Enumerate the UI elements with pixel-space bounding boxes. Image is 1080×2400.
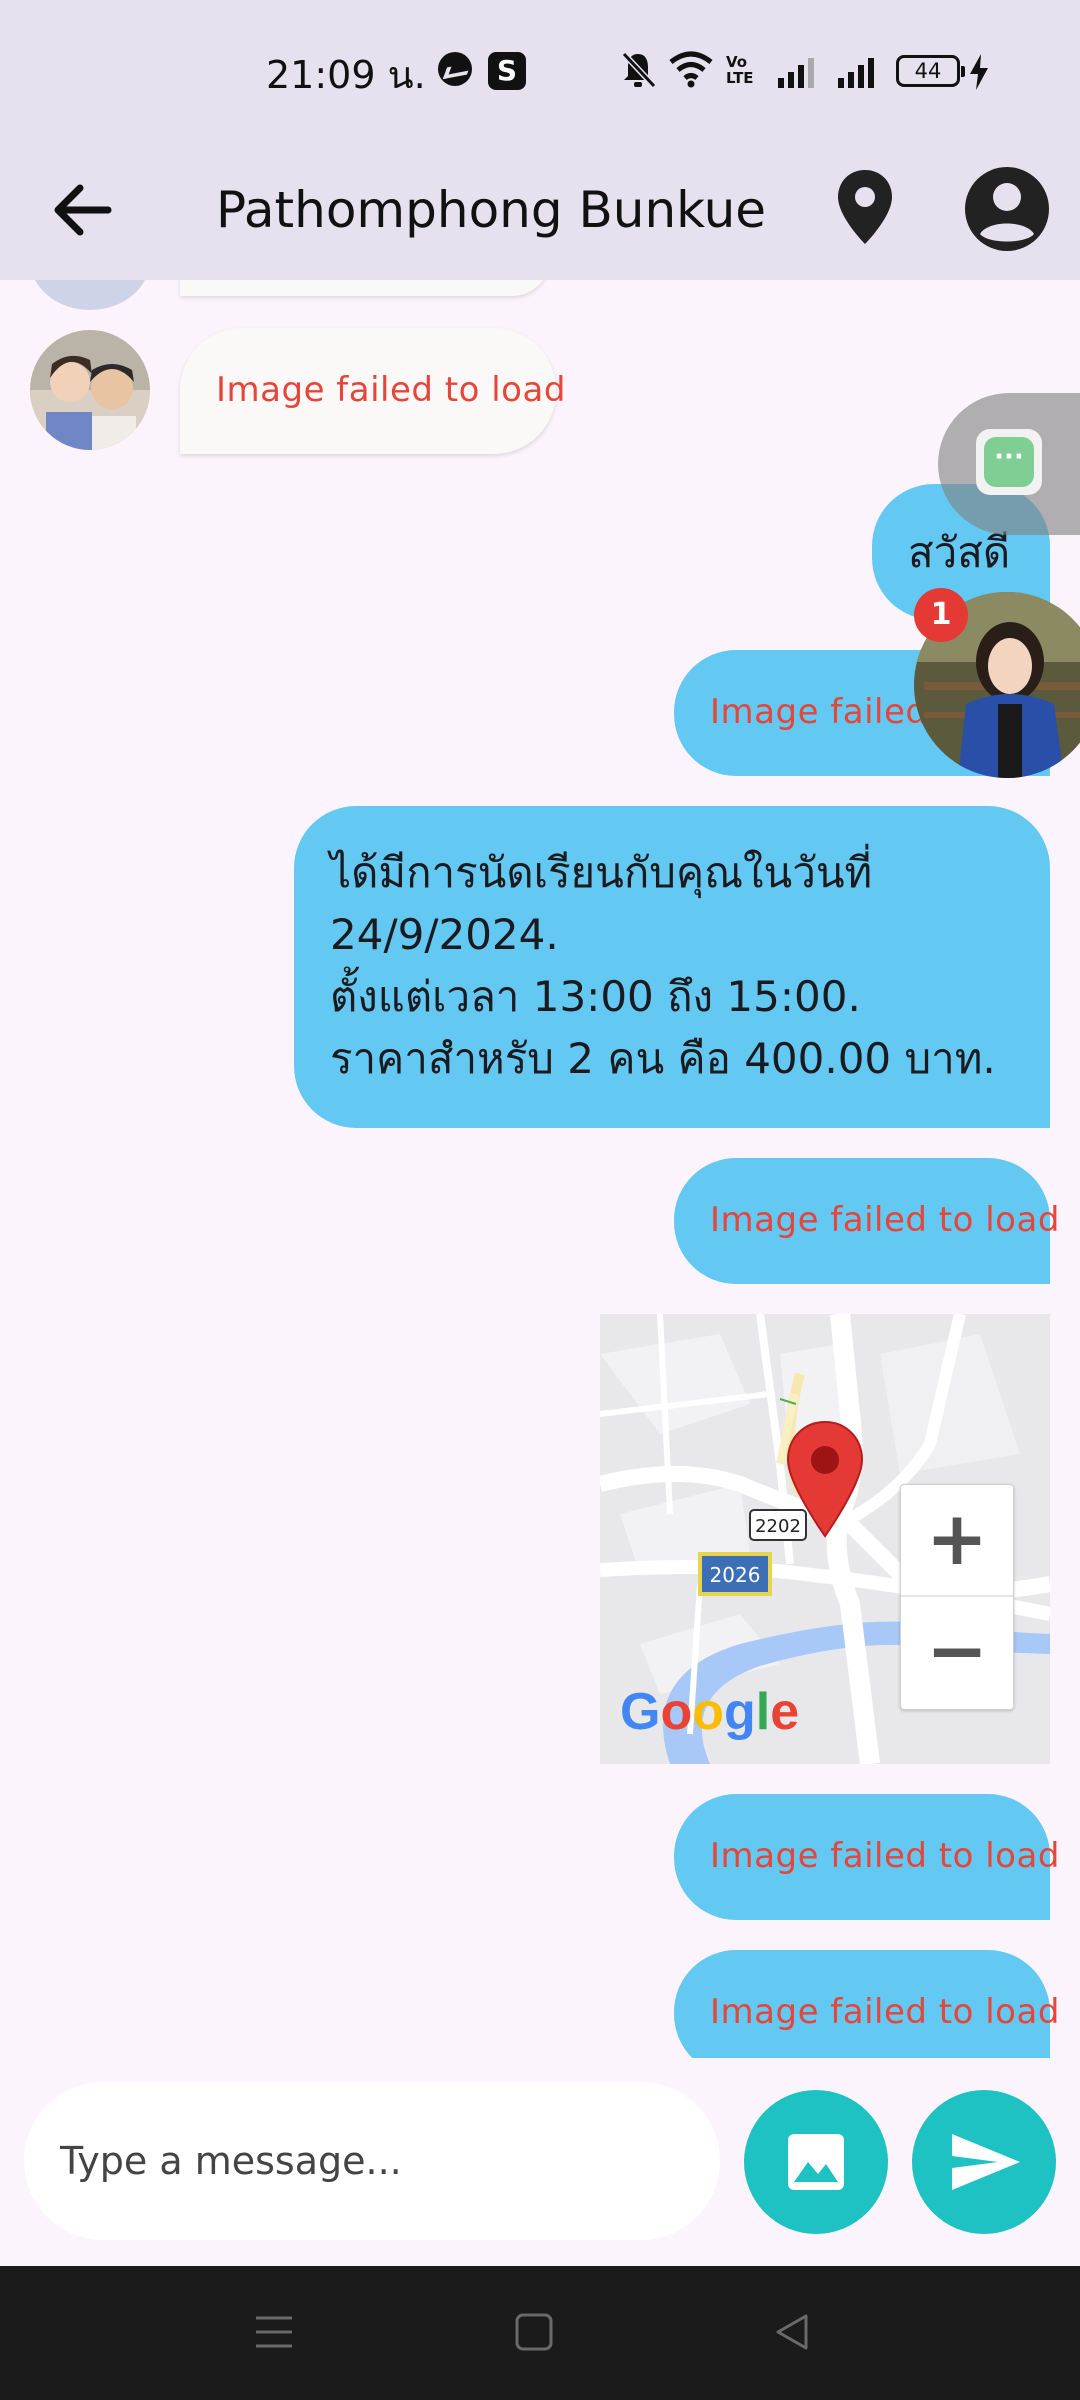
s-app-icon: S (488, 52, 526, 90)
menu-icon[interactable] (254, 2312, 294, 2352)
attach-image-button[interactable] (744, 2090, 888, 2234)
chat-partner-name: Pathomphong Bunkue (216, 181, 767, 239)
chat-area[interactable]: Image failed to load สวัสดี Image failed… (0, 280, 1080, 2058)
message-input[interactable] (60, 2082, 680, 2240)
road-label-2026: 2026 (710, 1563, 761, 1587)
messenger-icon (438, 52, 472, 86)
charging-icon (970, 54, 988, 90)
road-label-2202: 2202 (755, 1516, 801, 1537)
wifi-icon (669, 51, 713, 88)
incoming-image-bubble[interactable]: Image failed to load (180, 328, 565, 454)
status-time: 21:09 น. (266, 53, 426, 97)
zoom-out-button[interactable]: − (901, 1597, 1013, 1709)
back-nav-icon[interactable] (772, 2312, 812, 2352)
system-nav-bar (0, 2266, 1080, 2400)
image-error-text: Image failed to load (710, 1836, 1060, 1876)
back-arrow-icon[interactable] (42, 168, 126, 252)
google-logo: Google (620, 1683, 800, 1741)
sender-avatar (30, 330, 150, 450)
image-error-text: Image failed to load (710, 1200, 1060, 1240)
floating-chat-tab[interactable] (938, 393, 1080, 535)
battery-icon: 44 (896, 55, 965, 87)
send-button[interactable] (912, 2090, 1056, 2234)
outgoing-image-bubble[interactable]: Image failed to load (674, 1158, 1059, 1284)
sender-avatar (30, 280, 150, 310)
appointment-message-bubble[interactable]: ได้มีการนัดเรียนกับคุณในวันที่ 24/9/2024… (294, 806, 1050, 1128)
app-bar: Pathomphong Bunkue (0, 140, 1080, 280)
zoom-in-button[interactable]: + (901, 1485, 1013, 1597)
signal-1-icon (778, 58, 814, 88)
send-icon (952, 2134, 1020, 2190)
image-error-text: Image failed to load (216, 370, 566, 410)
chat-bubble-icon (976, 429, 1042, 495)
notification-badge: 1 (914, 588, 968, 642)
outgoing-image-bubble[interactable]: Image failed to load (674, 1794, 1059, 1920)
appointment-message-text: ได้มีการนัดเรียนกับคุณในวันที่ 24/9/2024… (330, 848, 996, 1083)
signal-2-icon (838, 58, 874, 88)
home-icon[interactable] (514, 2312, 554, 2352)
map-zoom-controls: + − (900, 1484, 1014, 1710)
mute-notification-icon (621, 51, 656, 89)
location-map[interactable]: 2202 2026 + − Google (600, 1314, 1050, 1764)
status-bar: 21:09 น. S Vo LTE 44 (0, 0, 1080, 140)
image-error-text: Image failed to load (710, 1992, 1060, 2032)
account-circle-icon[interactable] (960, 162, 1054, 256)
incoming-image-bubble[interactable] (180, 280, 550, 296)
message-input-container (24, 2082, 720, 2240)
location-pin-icon[interactable] (820, 162, 910, 252)
volte-label: Vo LTE (726, 53, 754, 87)
outgoing-image-bubble[interactable]: Image failed to load (674, 1950, 1059, 2058)
image-icon (788, 2134, 844, 2190)
